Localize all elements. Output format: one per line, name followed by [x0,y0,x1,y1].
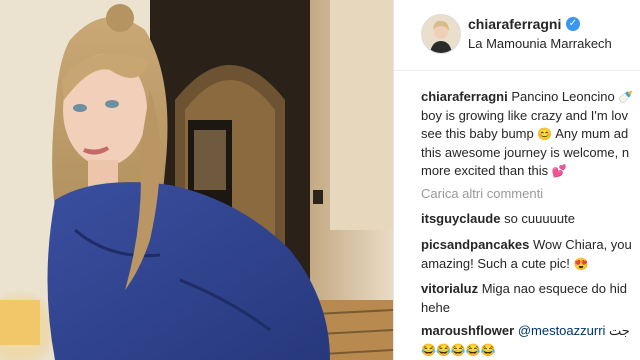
comment-username[interactable]: vitorialuz [421,281,478,296]
heart-emoji-icon: 💕 [551,164,567,178]
heart-eyes-emoji-icon: 😍 [573,256,589,271]
comment-text: Wow Chiara, you [533,237,632,252]
comment-username[interactable]: maroushflower [421,323,514,338]
caption-username[interactable]: chiaraferragni [421,89,508,104]
comment-text-line-2: hehe [421,299,450,315]
comment-username[interactable]: picsandpancakes [421,237,529,252]
avatar-image [422,15,460,53]
comment-item: itsguyclaude so cuuuuute [421,210,575,229]
caption-line-1: Pancino Leoncino [511,89,615,104]
post-details-panel: chiaraferragni ✓ La Mamounia Marrakech c… [393,0,640,360]
comment-item: vitorialuz Miga nao esquece do hid hehe [421,280,627,317]
smile-emoji-icon: 😊 [537,127,553,141]
caption-line-4: this awesome journey is welcome, n [421,144,630,160]
caption-line-3b: Any mum ad [555,126,629,141]
verified-check-icon: ✓ [566,17,580,31]
comment-text: so cuuuuute [504,211,575,226]
comment-username[interactable]: itsguyclaude [421,211,500,226]
comment-item: maroushflower @mestoazzurri جت 😂😂😂😂😂 [421,322,630,359]
post-caption: chiaraferragni Pancino Leoncino 🍼 boy is… [421,88,640,181]
load-more-comments-link[interactable]: Carica altri commenti [421,186,543,201]
avatar[interactable] [421,14,461,54]
username-link[interactable]: chiaraferragni [468,16,561,32]
photo-illustration [0,0,393,360]
caption-line-3: see this baby bump [421,126,534,141]
post-header: chiaraferragni ✓ La Mamounia Marrakech [394,0,640,71]
comment-item: picsandpancakes Wow Chiara, you amazing!… [421,236,632,273]
location-link[interactable]: La Mamounia Marrakech [468,36,612,51]
mention-link[interactable]: @mestoazzurri [518,323,606,338]
baby-bottle-emoji-icon: 🍼 [618,90,634,104]
comment-text: جت [609,323,630,338]
post-photo[interactable] [0,0,393,360]
comment-text: Miga nao esquece do hid [481,281,627,296]
caption-line-5: more excited than this [421,163,549,178]
comment-text-line-2: amazing! Such a cute pic! [421,255,570,271]
caption-line-2: boy is growing like crazy and I'm lov [421,107,628,123]
laughing-emoji-icon: 😂😂😂😂😂 [421,342,496,357]
